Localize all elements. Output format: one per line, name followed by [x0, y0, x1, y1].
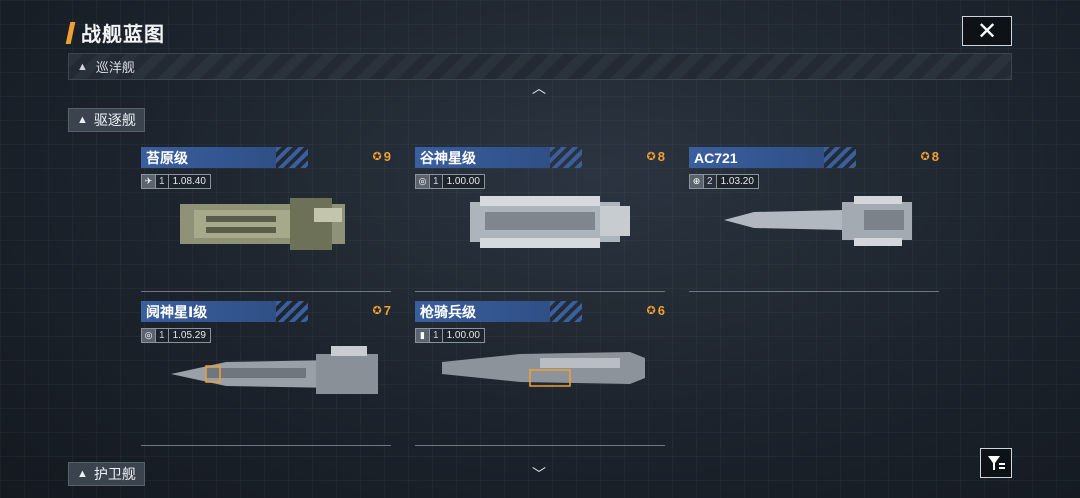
emblem-icon: ✪ [372, 151, 382, 163]
close-icon: ✕ [976, 17, 998, 45]
emblem-icon: ✪ [920, 151, 930, 163]
ship-card-ceres[interactable]: 谷神星级 ✪ 8 ◎ 1 1.00.00 [415, 147, 665, 292]
ship-level: ✪ 9 [372, 149, 391, 164]
jet-icon: ✈ [141, 174, 156, 189]
emblem-icon: ✪ [646, 151, 656, 163]
filter-icon [988, 456, 1005, 470]
target-icon: ◎ [141, 328, 156, 343]
close-button[interactable]: ✕ [962, 16, 1012, 46]
ship-name: 枪骑兵级 [415, 301, 582, 322]
section-label: 驱逐舰 [93, 112, 136, 128]
header: 战舰蓝图 [65, 18, 165, 47]
scale-line [415, 436, 665, 446]
category-label: 巡洋舰 [95, 60, 135, 75]
ship-name: AC721 [689, 147, 856, 168]
ship-name: 阋神星Ⅰ级 [141, 301, 308, 322]
ship-level: ✪ 8 [920, 149, 939, 164]
ship-image [442, 352, 645, 387]
triangle-icon: ▲ [77, 114, 88, 126]
section-destroyer[interactable]: ▲ 驱逐舰 [68, 108, 145, 132]
ship-level: ✪ 8 [646, 149, 665, 164]
scale-line [415, 282, 665, 292]
triangle-icon: ▲ [77, 468, 88, 480]
chevron-down-icon[interactable]: ﹀ [532, 464, 546, 484]
emblem-icon: ✪ [646, 305, 656, 317]
ship-card-ac721[interactable]: AC721 ✪ 8 ⊕ 2 1.03.20 [689, 147, 939, 292]
ship-card-eris[interactable]: 阋神星Ⅰ级 ✪ 7 ◎ 1 1.05.29 [141, 301, 391, 446]
ship-image [470, 196, 630, 248]
ship-level: ✪ 7 [372, 303, 391, 318]
ship-image [724, 196, 912, 246]
scale-line [141, 436, 391, 446]
ship-level: ✪ 6 [646, 303, 665, 318]
page-title: 战舰蓝图 [81, 24, 165, 46]
target-icon: ◎ [415, 174, 430, 189]
ship-class-icon: ▲ [77, 60, 88, 73]
ship-name: 苔原级 [141, 147, 308, 168]
globe-icon: ⊕ [689, 174, 704, 189]
ship-card-lancer[interactable]: 枪骑兵级 ✪ 6 ▮ 1 1.00.00 [415, 301, 665, 446]
filter-button[interactable] [980, 448, 1012, 478]
emblem-icon: ✪ [372, 305, 382, 317]
chevron-up-icon[interactable]: ︿ [532, 78, 546, 98]
section-frigate[interactable]: ▲ 护卫舰 [68, 462, 145, 486]
ship-name: 谷神星级 [415, 147, 582, 168]
missile-icon: ▮ [415, 328, 430, 343]
scale-line [141, 282, 391, 292]
scale-line [689, 282, 939, 292]
title-accent [65, 21, 76, 44]
category-bar-cruiser[interactable]: ▲ 巡洋舰 [68, 53, 1012, 80]
ship-image [180, 198, 345, 250]
section-label: 护卫舰 [93, 466, 136, 482]
ship-card-tundra[interactable]: 苔原级 ✪ 9 ✈ 1 1.08.40 [141, 147, 391, 292]
ship-image [171, 346, 378, 394]
